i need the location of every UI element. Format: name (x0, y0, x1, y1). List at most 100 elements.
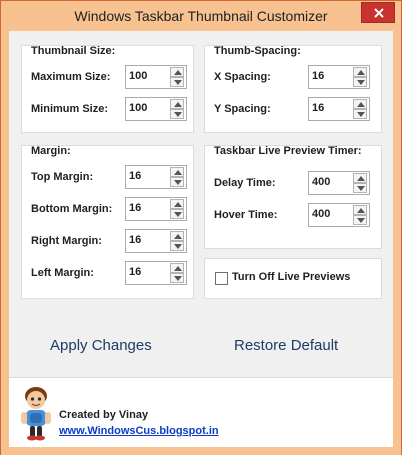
hover-time-decrement-button[interactable] (353, 215, 367, 225)
y-spacing-spinner[interactable]: 16 (308, 97, 370, 121)
top-margin-spinner[interactable]: 16 (125, 165, 187, 189)
title-bar: Windows Taskbar Thumbnail Customizer (1, 1, 401, 31)
live-preview-timer-title: Taskbar Live Preview Timer: (214, 145, 362, 157)
y-spacing-spin-buttons (353, 99, 367, 119)
top-margin-label: Top Margin: (31, 171, 94, 183)
delay-time-label: Delay Time: (214, 177, 276, 189)
hover-time-increment-button[interactable] (353, 205, 367, 215)
arrow-up-icon (357, 176, 365, 181)
x-spacing-spin-buttons (353, 67, 367, 87)
y-spacing-label: Y Spacing: (214, 103, 271, 115)
app-window: Windows Taskbar Thumbnail Customizer Thu… (0, 0, 402, 455)
maximum-size-value: 100 (129, 70, 148, 82)
thumbnail-size-title: Thumbnail Size: (31, 45, 116, 57)
bottom-margin-value: 16 (129, 202, 142, 214)
right-margin-spinner[interactable]: 16 (125, 229, 187, 253)
restore-default-button[interactable]: Restore Default (234, 337, 338, 354)
right-margin-label: Right Margin: (31, 235, 102, 247)
bottom-margin-label: Bottom Margin: (31, 203, 113, 215)
x-spacing-label: X Spacing: (214, 71, 271, 83)
y-spacing-value: 16 (312, 102, 325, 114)
bottom-margin-increment-button[interactable] (170, 199, 184, 209)
arrow-down-icon (174, 112, 182, 117)
margin-title: Margin: (31, 145, 71, 157)
left-margin-spinner[interactable]: 16 (125, 261, 187, 285)
bottom-margin-spin-buttons (170, 199, 184, 219)
bottom-margin-decrement-button[interactable] (170, 209, 184, 219)
left-margin-value: 16 (129, 266, 142, 278)
arrow-down-icon (174, 244, 182, 249)
top-margin-spin-buttons (170, 167, 184, 187)
minimum-size-spinner[interactable]: 100 (125, 97, 187, 121)
arrow-up-icon (174, 234, 182, 239)
left-margin-label: Left Margin: (31, 267, 94, 279)
arrow-up-icon (174, 170, 182, 175)
arrow-up-icon (174, 202, 182, 207)
minimum-size-increment-button[interactable] (170, 99, 184, 109)
hover-time-spin-buttons (353, 205, 367, 225)
arrow-down-icon (357, 80, 365, 85)
arrow-up-icon (174, 102, 182, 107)
arrow-up-icon (174, 70, 182, 75)
apply-changes-button[interactable]: Apply Changes (50, 337, 152, 354)
delay-time-increment-button[interactable] (353, 173, 367, 183)
delay-time-spinner[interactable]: 400 (308, 171, 370, 195)
blog-link[interactable]: www.WindowsCus.blogspot.in (59, 425, 219, 437)
delay-time-decrement-button[interactable] (353, 183, 367, 193)
minimum-size-decrement-button[interactable] (170, 109, 184, 119)
minimum-size-label: Minimum Size: (31, 103, 109, 115)
delay-time-value: 400 (312, 176, 331, 188)
window-right-border (393, 31, 401, 447)
top-margin-increment-button[interactable] (170, 167, 184, 177)
creator-text: Created by Vinay (59, 409, 149, 421)
maximum-size-spin-buttons (170, 67, 184, 87)
thumb-spacing-title: Thumb-Spacing: (214, 45, 301, 57)
turn-off-live-previews-label[interactable]: Turn Off Live Previews (232, 271, 350, 283)
window-title: Windows Taskbar Thumbnail Customizer (74, 8, 328, 24)
arrow-up-icon (357, 208, 365, 213)
minimum-size-spin-buttons (170, 99, 184, 119)
left-margin-decrement-button[interactable] (170, 273, 184, 283)
x-spacing-decrement-button[interactable] (353, 77, 367, 87)
right-margin-increment-button[interactable] (170, 231, 184, 241)
turn-off-live-previews-checkbox[interactable] (215, 272, 228, 285)
window-bottom-border (1, 447, 401, 455)
arrow-up-icon (357, 70, 365, 75)
x-spacing-value: 16 (312, 70, 325, 82)
top-margin-decrement-button[interactable] (170, 177, 184, 187)
close-button[interactable] (361, 2, 395, 23)
arrow-down-icon (357, 218, 365, 223)
left-margin-increment-button[interactable] (170, 263, 184, 273)
maximum-size-label: Maximum Size: (31, 71, 111, 83)
hover-time-spinner[interactable]: 400 (308, 203, 370, 227)
bottom-margin-spinner[interactable]: 16 (125, 197, 187, 221)
right-margin-decrement-button[interactable] (170, 241, 184, 251)
maximum-size-decrement-button[interactable] (170, 77, 184, 87)
hover-time-value: 400 (312, 208, 331, 220)
y-spacing-decrement-button[interactable] (353, 109, 367, 119)
window-left-border (1, 31, 9, 447)
live-previews-option-group: Turn Off Live Previews (204, 258, 382, 299)
left-margin-spin-buttons (170, 263, 184, 283)
arrow-down-icon (174, 180, 182, 185)
hover-time-label: Hover Time: (214, 209, 278, 221)
arrow-down-icon (357, 186, 365, 191)
arrow-down-icon (357, 112, 365, 117)
y-spacing-increment-button[interactable] (353, 99, 367, 109)
mascot-avatar-icon (21, 387, 51, 441)
margin-group: Margin: Top Margin: 16 Bottom Margin: 16 (21, 145, 194, 299)
arrow-down-icon (174, 276, 182, 281)
x-spacing-spinner[interactable]: 16 (308, 65, 370, 89)
delay-time-spin-buttons (353, 173, 367, 193)
arrow-down-icon (174, 80, 182, 85)
thumbnail-size-group: Thumbnail Size: Maximum Size: 100 Minimu… (21, 45, 194, 133)
live-preview-timer-group: Taskbar Live Preview Timer: Delay Time: … (204, 145, 382, 249)
maximum-size-spinner[interactable]: 100 (125, 65, 187, 89)
thumb-spacing-group: Thumb-Spacing: X Spacing: 16 Y Spacing: … (204, 45, 382, 133)
arrow-down-icon (174, 212, 182, 217)
x-spacing-increment-button[interactable] (353, 67, 367, 77)
arrow-up-icon (174, 266, 182, 271)
minimum-size-value: 100 (129, 102, 148, 114)
right-margin-value: 16 (129, 234, 142, 246)
maximum-size-increment-button[interactable] (170, 67, 184, 77)
